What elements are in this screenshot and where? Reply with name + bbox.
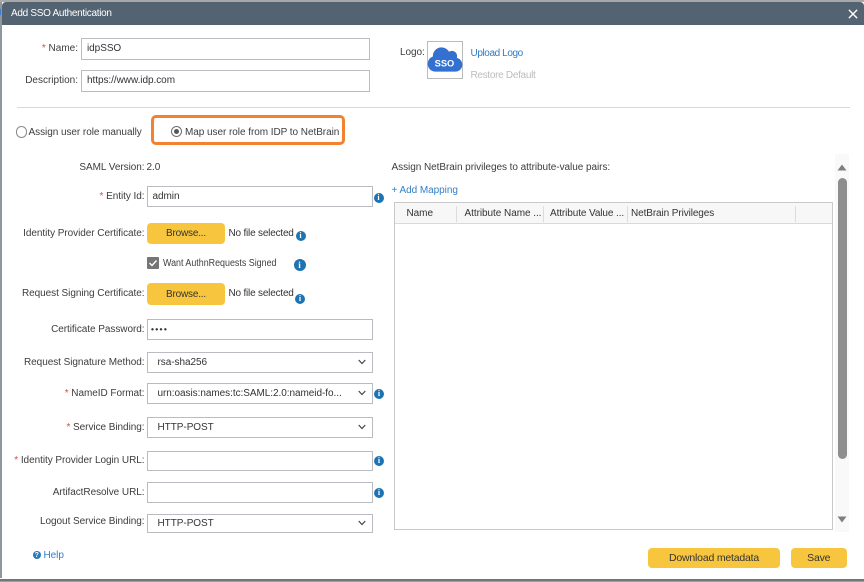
svg-text:SSO: SSO — [434, 58, 454, 68]
